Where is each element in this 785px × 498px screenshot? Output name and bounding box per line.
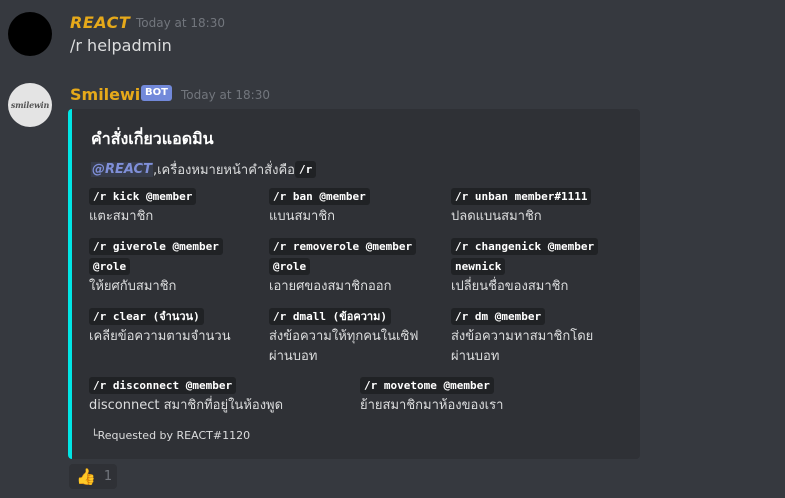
field-name: /r dm @member bbox=[451, 308, 546, 325]
embed-footer: └Requested by REACT#1120 bbox=[91, 429, 251, 442]
embed-field: /r clear (จำนวน) เคลียข้อความตามจำนวน bbox=[89, 307, 231, 347]
username-smilewin[interactable]: Smilewin bbox=[70, 85, 152, 104]
embed-field: /r kick @member แตะสมาชิก bbox=[89, 187, 197, 227]
field-name-cont: @role bbox=[89, 258, 131, 275]
message-content: /r helpadmin bbox=[70, 36, 172, 55]
timestamp: Today at 18:30 bbox=[136, 16, 225, 30]
embed-field: /r unban member#1111 ปลดแบนสมาชิก bbox=[451, 187, 592, 227]
field-value: แบนสมาชิก bbox=[269, 209, 336, 224]
field-name: /r dmall (ข้อความ) bbox=[269, 308, 391, 325]
field-name: /r disconnect @member bbox=[89, 377, 237, 394]
thumbs-up-icon: 👍 bbox=[76, 467, 96, 486]
field-value: ส่งข้อความให้ทุกคนในเซิฟ bbox=[269, 329, 419, 344]
field-name: /r movetome @member bbox=[360, 377, 494, 394]
embed: คำสั่งเกี่ยวแอดมิน @REACT ,เครื่องหมายหน… bbox=[68, 109, 640, 459]
field-value: ส่งข้อความหาสมาชิกโดย bbox=[451, 329, 594, 344]
field-value-cont: ผ่านบอท bbox=[269, 349, 318, 364]
field-value: ให้ยศกับสมาชิก bbox=[89, 279, 177, 294]
embed-description: @REACT ,เครื่องหมายหน้าคำสั่งคือ /r bbox=[91, 159, 317, 180]
field-name-cont: newnick bbox=[451, 258, 506, 275]
username-react[interactable]: REACT bbox=[70, 13, 130, 32]
field-name: /r changenick @member bbox=[451, 238, 599, 255]
embed-field: /r disconnect @member disconnect สมาชิกท… bbox=[89, 376, 283, 416]
field-value: disconnect สมาชิกที่อยู่ในห้องพูด bbox=[89, 398, 284, 413]
field-value: แตะสมาชิก bbox=[89, 209, 154, 224]
embed-field: /r removerole @member @role เอายศของสมาช… bbox=[269, 237, 417, 297]
embed-field: /r dm @member ส่งข้อความหาสมาชิกโดย ผ่าน… bbox=[451, 307, 593, 367]
field-value: เปลี่ยนชื่อของสมาชิก bbox=[451, 279, 569, 294]
field-value: เอายศของสมาชิกออก bbox=[269, 279, 392, 294]
bot-avatar-smilewin[interactable]: smilewin bbox=[8, 83, 52, 127]
field-value: ปลดแบนสมาชิก bbox=[451, 209, 542, 224]
embed-field: /r giverole @member @role ให้ยศกับสมาชิก bbox=[89, 237, 223, 297]
field-name: /r clear (จำนวน) bbox=[89, 308, 204, 325]
field-name: /r giverole @member bbox=[89, 238, 223, 255]
field-value-cont: ผ่านบอท bbox=[451, 349, 500, 364]
field-name: /r unban member#1111 bbox=[451, 188, 592, 205]
embed-field: /r changenick @member newnick เปลี่ยนชื่… bbox=[451, 237, 599, 297]
field-name-cont: @role bbox=[269, 258, 311, 275]
prefix-code: /r bbox=[294, 161, 317, 178]
embed-field: /r dmall (ข้อความ) ส่งข้อความให้ทุกคนในเ… bbox=[269, 307, 419, 367]
field-name: /r kick @member bbox=[89, 188, 197, 205]
bot-badge: BOT bbox=[141, 85, 172, 101]
embed-title: คำสั่งเกี่ยวแอดมิน bbox=[91, 129, 214, 148]
embed-field: /r ban @member แบนสมาชิก bbox=[269, 187, 370, 227]
avatar-logo-text: smilewin bbox=[10, 100, 50, 110]
user-mention[interactable]: @REACT bbox=[91, 162, 153, 177]
field-value: ย้ายสมาชิกมาห้องของเรา bbox=[360, 398, 504, 413]
field-name: /r ban @member bbox=[269, 188, 370, 205]
reaction-count: 1 bbox=[103, 469, 113, 484]
reaction-button[interactable]: 👍 1 bbox=[69, 464, 117, 489]
user-avatar-react[interactable] bbox=[8, 12, 52, 56]
field-name: /r removerole @member bbox=[269, 238, 417, 255]
embed-field: /r movetome @member ย้ายสมาชิกมาห้องของเ… bbox=[360, 376, 503, 416]
field-value: เคลียข้อความตามจำนวน bbox=[89, 329, 231, 344]
timestamp: Today at 18:30 bbox=[181, 88, 270, 102]
description-text: ,เครื่องหมายหน้าคำสั่งคือ bbox=[152, 163, 295, 178]
